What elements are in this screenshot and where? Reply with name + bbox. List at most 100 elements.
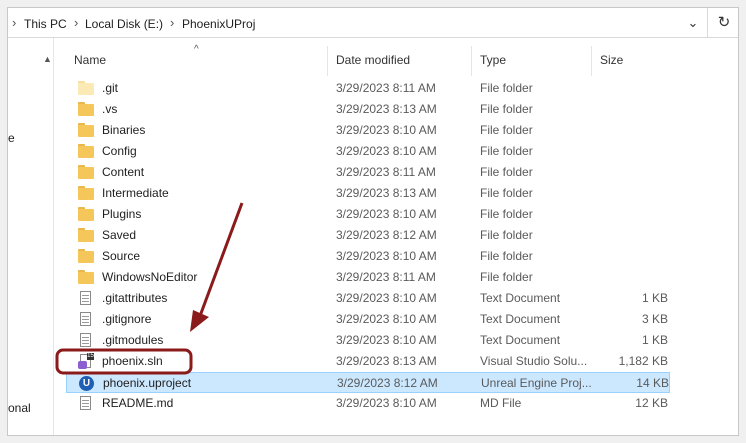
file-name: WindowsNoEditor xyxy=(102,270,198,284)
file-name: README.md xyxy=(102,396,174,410)
file-size: 14 KB xyxy=(636,376,669,390)
file-row[interactable]: Saved 3/29/2023 8:12 AM File folder xyxy=(66,225,670,246)
file-explorer-window: › This PC › Local Disk (E:) › PhoenixUPr… xyxy=(7,7,739,436)
folder-icon xyxy=(78,186,94,201)
file-date-modified: 3/29/2023 8:10 AM xyxy=(336,291,437,305)
text-document-icon xyxy=(78,291,94,306)
file-size xyxy=(600,162,668,183)
file-row[interactable]: 15 phoenix.sln 3/29/2023 8:13 AM Visual Stu… xyxy=(66,351,670,372)
file-date-modified: 3/29/2023 8:10 AM xyxy=(336,396,437,410)
file-type: File folder xyxy=(480,207,533,221)
file-size: 1,182 KB xyxy=(618,354,668,368)
scroll-up-icon[interactable]: ▲ xyxy=(43,54,52,64)
file-name: Binaries xyxy=(102,123,146,137)
file-size xyxy=(600,267,668,288)
refresh-button[interactable]: ↻ xyxy=(708,8,738,38)
file-size: 12 KB xyxy=(635,396,668,410)
file-date-modified: 3/29/2023 8:12 AM xyxy=(337,376,438,390)
file-row[interactable]: .vs 3/29/2023 8:13 AM File folder xyxy=(66,99,670,120)
file-type: Unreal Engine Proj... xyxy=(481,376,592,390)
file-date-modified: 3/29/2023 8:10 AM xyxy=(336,123,437,137)
file-row[interactable]: Config 3/29/2023 8:10 AM File folder xyxy=(66,141,670,162)
folder-icon xyxy=(78,270,94,285)
file-row[interactable]: Content 3/29/2023 8:11 AM File folder xyxy=(66,162,670,183)
file-name: Intermediate xyxy=(102,186,169,200)
file-date-modified: 3/29/2023 8:11 AM xyxy=(336,81,436,95)
folder-icon xyxy=(78,81,94,96)
file-row[interactable]: .gitattributes 3/29/2023 8:10 AM Text Docu… xyxy=(66,288,670,309)
breadcrumb-this-pc[interactable]: This PC xyxy=(24,17,67,31)
breadcrumb-separator: › xyxy=(12,15,17,30)
file-row[interactable]: Plugins 3/29/2023 8:10 AM File folder xyxy=(66,204,670,225)
unreal-engine-icon: U xyxy=(79,376,95,391)
file-date-modified: 3/29/2023 8:10 AM xyxy=(336,249,437,263)
navigation-pane[interactable]: e onal xyxy=(8,38,31,435)
nav-scrollbar[interactable] xyxy=(36,38,54,435)
nav-item-fragment[interactable]: e xyxy=(8,131,15,145)
file-date-modified: 3/29/2023 8:10 AM xyxy=(336,207,437,221)
file-row[interactable]: .git 3/29/2023 8:11 AM File folder xyxy=(66,78,670,99)
file-row[interactable]: Intermediate 3/29/2023 8:13 AM File folder xyxy=(66,183,670,204)
file-name: .gitignore xyxy=(102,312,152,326)
file-row[interactable]: .gitignore 3/29/2023 8:10 AM Text Document… xyxy=(66,309,670,330)
file-name: .vs xyxy=(102,102,118,116)
folder-icon xyxy=(78,207,94,222)
file-row[interactable]: Source 3/29/2023 8:10 AM File folder xyxy=(66,246,670,267)
file-type: File folder xyxy=(480,123,533,137)
file-row[interactable]: .gitmodules 3/29/2023 8:10 AM Text Documen… xyxy=(66,330,670,351)
file-name: Plugins xyxy=(102,207,142,221)
file-date-modified: 3/29/2023 8:13 AM xyxy=(336,102,437,116)
file-name: Content xyxy=(102,165,145,179)
file-row[interactable]: Uphoenix.uproject 3/29/2023 8:12 AM Unreal… xyxy=(66,372,670,393)
file-type: File folder xyxy=(480,165,533,179)
nav-item-fragment[interactable]: onal xyxy=(8,401,31,415)
file-type: MD File xyxy=(480,396,522,410)
column-header-date-modified[interactable]: Date modified xyxy=(328,46,472,76)
file-row[interactable]: Binaries 3/29/2023 8:10 AM File folder xyxy=(66,120,670,141)
file-name: .git xyxy=(102,81,119,95)
file-date-modified: 3/29/2023 8:10 AM xyxy=(336,312,437,326)
file-date-modified: 3/29/2023 8:10 AM xyxy=(336,144,437,158)
file-size: 1 KB xyxy=(641,291,668,305)
file-type: Text Document xyxy=(480,333,561,347)
file-type: File folder xyxy=(480,228,533,242)
folder-icon xyxy=(78,144,94,159)
file-type: File folder xyxy=(480,144,533,158)
chevron-down-icon[interactable]: ⌄ xyxy=(684,15,702,31)
file-date-modified: 3/29/2023 8:12 AM xyxy=(336,228,437,242)
breadcrumb-separator: › xyxy=(170,15,175,30)
file-type: File folder xyxy=(480,81,533,95)
file-type: File folder xyxy=(480,186,533,200)
file-row[interactable]: README.md 3/29/2023 8:10 AM MD File 12 KB xyxy=(66,393,670,414)
file-size: 1 KB xyxy=(641,333,668,347)
file-row[interactable]: WindowsNoEditor 3/29/2023 8:11 AM File fol… xyxy=(66,267,670,288)
breadcrumb-local-disk[interactable]: Local Disk (E:) xyxy=(85,17,163,31)
folder-icon xyxy=(78,228,94,243)
file-date-modified: 3/29/2023 8:13 AM xyxy=(336,354,437,368)
file-name: .gitattributes xyxy=(102,291,168,305)
file-size xyxy=(600,204,668,225)
file-size xyxy=(600,141,668,162)
file-name: phoenix.sln xyxy=(102,354,163,368)
text-document-icon xyxy=(78,333,94,348)
file-name: .gitmodules xyxy=(102,333,164,347)
file-type: Text Document xyxy=(480,312,561,326)
column-header-type[interactable]: Type xyxy=(472,46,592,76)
file-date-modified: 3/29/2023 8:11 AM xyxy=(336,270,436,284)
visual-studio-solution-icon: 15 xyxy=(78,353,94,369)
address-bar[interactable]: › This PC › Local Disk (E:) › PhoenixUPr… xyxy=(8,8,708,38)
file-size xyxy=(600,78,668,99)
file-size xyxy=(600,225,668,246)
breadcrumb-separator: › xyxy=(74,15,79,30)
file-type: Text Document xyxy=(480,291,561,305)
file-date-modified: 3/29/2023 8:13 AM xyxy=(336,186,437,200)
refresh-icon: ↻ xyxy=(717,14,731,31)
breadcrumb-phoenixuproj[interactable]: PhoenixUProj xyxy=(182,17,255,31)
file-type: File folder xyxy=(480,249,533,263)
file-name: Saved xyxy=(102,228,137,242)
text-document-icon xyxy=(78,396,94,411)
file-size xyxy=(600,120,668,141)
sort-ascending-icon: ^ xyxy=(194,44,199,55)
file-size xyxy=(600,99,668,120)
column-header-size[interactable]: Size xyxy=(592,46,668,76)
